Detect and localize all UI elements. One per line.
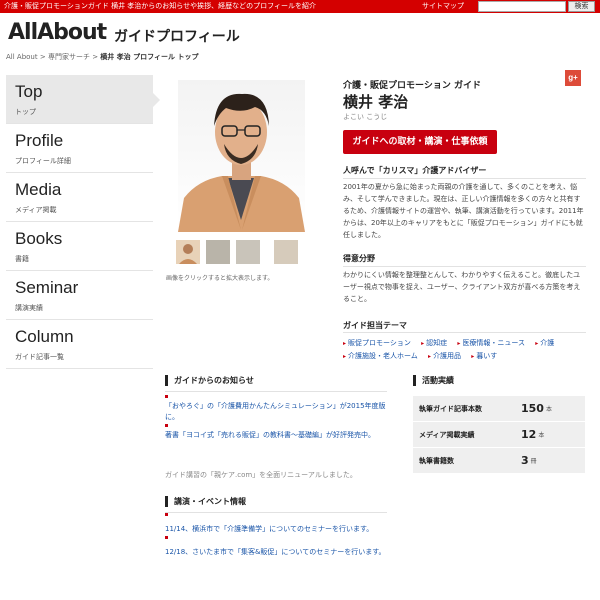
event-item[interactable]: 11/14、横浜市で「介護準備学」についてのセミナーを行います。	[165, 512, 387, 535]
events-heading: 講演・イベント情報	[165, 496, 246, 507]
news-item[interactable]: 「おやろぐ」の「介護費用かんたんシミュレーション」が2015年度版に。	[165, 394, 387, 423]
request-work-button[interactable]: ガイドへの取材・講演・仕事依頼	[343, 130, 497, 154]
breadcrumb-home[interactable]: All About	[6, 53, 38, 61]
theme-tag-list: 販促プロモーション 認知症 医療情報・ニュース 介護 介護施設・老人ホーム 介護…	[343, 337, 588, 363]
breadcrumb-separator: >	[39, 53, 46, 61]
theme-tag[interactable]: 介護用品	[428, 350, 461, 363]
event-item[interactable]: 12/18、さいたま市で「集客&販促」についてのセミナーを行います。	[165, 535, 387, 558]
photo-thumbnails	[176, 240, 316, 264]
sidebar-item-sublabel: 講演実績	[15, 304, 43, 312]
sidebar-item-sublabel: ガイド記事一覧	[15, 353, 64, 361]
intro-text: 2001年の夏から急に始まった両親の介護を通して、多くのことを考え、悩み、そして…	[343, 183, 584, 239]
news-item-cut-text: ガイド講習の「親ケア.com」を全面リニューアルしました。	[165, 471, 357, 479]
stat-label: 執筆ガイド記事本数	[419, 404, 482, 413]
theme-tag[interactable]: 医療情報・ニュース	[457, 337, 525, 350]
specialty-heading: 得意分野	[343, 254, 375, 263]
sidebar-item-media[interactable]: Media メディア掲載	[6, 173, 153, 222]
stat-unit: 冊	[530, 458, 537, 465]
themes-heading: ガイド担当テーマ	[343, 321, 407, 330]
photo-caption: 画像をクリックすると拡大表示します。	[166, 275, 274, 282]
sidebar-item-column[interactable]: Column ガイド記事一覧	[6, 320, 153, 369]
stat-row: メディア掲載実績 12 本	[413, 421, 585, 447]
sidebar-item-label: Seminar	[15, 278, 79, 297]
news-item-cut[interactable]: ガイド講習の「親ケア.com」を全面リニューアルしました。	[165, 470, 387, 480]
thumbnail-4[interactable]	[274, 240, 298, 264]
news-item[interactable]: 著書「ヨコイ式「売れる販促」の教科書～基礎編」が好評発売中。	[165, 423, 387, 441]
portrait-illustration	[178, 93, 305, 232]
divider	[343, 266, 586, 267]
news-heading: ガイドからのお知らせ	[165, 375, 254, 386]
stats-heading: 活動実績	[413, 375, 454, 386]
theme-tag[interactable]: 介護施設・老人ホーム	[343, 350, 418, 363]
stat-unit: 本	[538, 432, 545, 439]
sidebar-item-label: Profile	[15, 131, 64, 150]
guide-role: 介護・販促プロモーション ガイド	[343, 81, 481, 91]
sidebar-item-profile[interactable]: Profile プロフィール詳細	[6, 124, 153, 173]
sidebar-item-label: Top	[15, 82, 43, 101]
divider	[343, 178, 586, 179]
breadcrumb-expert-search[interactable]: 専門家サーチ	[48, 53, 90, 61]
sidebar-item-label: Books	[15, 229, 63, 248]
thumbnail-1[interactable]	[176, 240, 200, 264]
sidebar-item-label: Column	[15, 327, 74, 346]
sitemap-link[interactable]: サイトマップ	[422, 1, 464, 11]
portrait-thumb-icon	[179, 244, 197, 264]
guide-name: 横井 孝治	[343, 93, 409, 111]
specialty-text: わかりにくい情報を整理整とんして、わかりやすく伝えること。徹底したユーザー視点で…	[343, 271, 581, 303]
sidebar-nav: Top トップ Profile プロフィール詳細 Media メディア掲載 Bo…	[6, 75, 160, 369]
top-notice-text: 介護・販促プロモーションガイド 横井 孝治からのお知らせや挨拶、経歴などのプロフ…	[4, 2, 317, 10]
guide-name-reading: よこい こうじ	[343, 113, 388, 121]
google-plus-icon[interactable]: g+	[565, 70, 581, 86]
thumbnail-3[interactable]	[236, 240, 260, 264]
thumbnail-2[interactable]	[206, 240, 230, 264]
divider	[343, 332, 586, 333]
sidebar-item-label: Media	[15, 180, 62, 199]
stat-value: 150	[521, 402, 544, 415]
stat-value: 3	[521, 454, 529, 467]
search-button[interactable]: 検索	[568, 1, 595, 12]
events-list: 11/14、横浜市で「介護準備学」についてのセミナーを行います。 12/18、さ…	[165, 512, 387, 558]
sidebar-item-sublabel: プロフィール詳細	[15, 157, 71, 165]
sidebar-item-sublabel: 書籍	[15, 255, 29, 263]
stat-label: 執筆書籍数	[419, 456, 454, 465]
stat-value: 12	[521, 428, 537, 441]
stat-row: 執筆ガイド記事本数 150 本	[413, 395, 585, 421]
theme-tag[interactable]: 介護	[535, 337, 554, 350]
stat-label: メディア掲載実績	[419, 430, 475, 439]
sidebar-item-books[interactable]: Books 書籍	[6, 222, 153, 271]
top-notice-bar: 介護・販促プロモーションガイド 横井 孝治からのお知らせや挨拶、経歴などのプロフ…	[0, 0, 600, 13]
theme-tag[interactable]: 暮いす	[471, 350, 497, 363]
profile-photo[interactable]	[178, 80, 305, 232]
stat-unit: 本	[545, 406, 552, 413]
sidebar-item-top[interactable]: Top トップ	[6, 75, 160, 124]
logo-text: AllAbout	[8, 20, 107, 45]
search-input[interactable]	[478, 1, 566, 12]
breadcrumb-separator: >	[92, 53, 99, 61]
theme-tag[interactable]: 認知症	[421, 337, 447, 350]
page-header-title: ガイドプロフィール	[114, 29, 240, 45]
stats-table: 執筆ガイド記事本数 150 本 メディア掲載実績 12 本 執筆書籍数 3 冊	[413, 395, 585, 473]
breadcrumb-current: 横井 孝治 プロフィール トップ	[100, 53, 199, 61]
allabout-logo[interactable]: AllAbout	[8, 20, 108, 46]
divider	[165, 391, 387, 392]
sidebar-item-sublabel: トップ	[15, 108, 36, 116]
breadcrumb: All About > 専門家サーチ > 横井 孝治 プロフィール トップ	[6, 52, 198, 62]
sidebar-item-sublabel: メディア掲載	[15, 206, 57, 214]
stat-row: 執筆書籍数 3 冊	[413, 447, 585, 473]
tagline-heading: 人呼んで「カリスマ」介護アドバイザー	[343, 166, 487, 175]
news-list: 「おやろぐ」の「介護費用かんたんシミュレーション」が2015年度版に。 著書「ヨ…	[165, 394, 387, 441]
theme-tag[interactable]: 販促プロモーション	[343, 337, 411, 350]
sidebar-item-seminar[interactable]: Seminar 講演実績	[6, 271, 153, 320]
